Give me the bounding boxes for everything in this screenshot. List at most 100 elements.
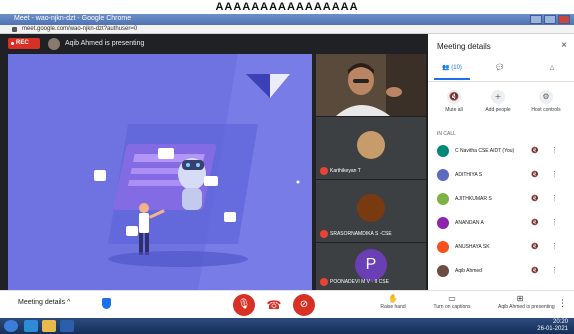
more-vert-icon[interactable]: ⋮ [551, 218, 558, 226]
participant-name: Karthikeyan T [330, 168, 361, 174]
address-bar[interactable]: meet.google.com/wao-njkn-dzt?authuser=0 [0, 25, 574, 34]
add-people-label: Add people [485, 107, 511, 113]
close-window-button[interactable] [558, 15, 570, 24]
mic-off-icon [320, 278, 328, 286]
participant-avatar [437, 193, 449, 205]
more-vert-icon[interactable]: ⋮ [551, 266, 558, 274]
close-icon[interactable]: × [561, 40, 567, 51]
chat-icon: 💬 [496, 65, 504, 71]
minimize-button[interactable] [530, 15, 542, 24]
participant-name: Aqib Ahmed [455, 268, 482, 274]
host-controls-button[interactable]: ⚙ Host controls [528, 90, 564, 113]
captions-button[interactable]: ▭ Turn on captions [432, 294, 472, 310]
more-vert-icon[interactable]: ⋮ [551, 146, 558, 154]
participant-avatar [437, 217, 449, 229]
more-vert-icon[interactable]: ⋮ [551, 242, 558, 250]
participant-row[interactable]: ANANDAN A 🔇 ⋮ [428, 214, 574, 232]
camera-toggle-button[interactable]: ⊘ [293, 294, 315, 316]
present-button[interactable]: ⊞ Aqib Ahmed is presenting [498, 294, 555, 310]
participant-initial-avatar: P [355, 249, 387, 281]
participant-avatar [357, 131, 385, 159]
presenter-avatar [48, 38, 60, 50]
microphone-toggle-button[interactable]: 🎙 [233, 294, 255, 316]
tab-chat[interactable]: 💬 [490, 64, 510, 80]
camera-off-icon: ⊘ [299, 299, 309, 310]
presentation-illustration [8, 54, 312, 290]
tab-people[interactable]: 👥 (10) [434, 64, 470, 80]
people-icon: 👥 [442, 65, 450, 71]
url-text[interactable]: meet.google.com/wao-njkn-dzt?authuser=0 [22, 26, 137, 32]
captions-label: Turn on captions [433, 304, 471, 310]
recording-badge: REC [8, 38, 40, 49]
participant-name: ADITHIYA S [455, 172, 483, 178]
more-vert-icon[interactable]: ⋮ [551, 194, 558, 202]
participant-row[interactable]: AJITHKUMAR S 🔇 ⋮ [428, 190, 574, 208]
mic-off-icon[interactable]: 🔇 [531, 243, 538, 250]
participant-avatar [437, 241, 449, 253]
more-vert-icon[interactable]: ⋮ [551, 170, 558, 178]
record-dot-icon [11, 42, 14, 45]
screen: AAAAAAAAAAAAAAAA Meet - wao-njkn-dzt - G… [0, 0, 574, 334]
present-label: Aqib Ahmed is presenting [498, 304, 555, 310]
participant-avatar [437, 265, 449, 277]
speaker-video [316, 54, 426, 116]
panel-tabs: 👥 (10) 💬 △ [428, 60, 574, 82]
maximize-button[interactable] [544, 15, 556, 24]
add-people-icon: + [491, 90, 505, 104]
participant-row[interactable]: ANUSHAYA SK 🔇 ⋮ [428, 238, 574, 256]
mic-off-icon[interactable]: 🔇 [531, 219, 538, 226]
window-title: Meet - wao-njkn-dzt - Google Chrome [14, 15, 132, 22]
start-menu-icon[interactable] [4, 320, 18, 332]
browser-titlebar: Meet - wao-njkn-dzt - Google Chrome [0, 14, 574, 25]
recording-label: REC [16, 40, 29, 46]
participant-name: AJITHKUMAR S [455, 196, 492, 202]
word-app-icon[interactable] [60, 320, 74, 332]
mic-off-icon [320, 167, 328, 175]
participant-tile[interactable]: Karthikeyan T [316, 117, 426, 179]
participant-avatar [437, 145, 449, 157]
captions-icon: ▭ [448, 294, 456, 303]
mic-off-icon[interactable]: 🔇 [531, 147, 538, 154]
participant-row[interactable]: Aqib Ahmed 🔇 ⋮ [428, 262, 574, 280]
participant-row[interactable]: C Navitha CSE AIDT (You) 🔇 ⋮ [428, 142, 574, 160]
activities-icon: △ [549, 65, 555, 71]
window-controls [530, 15, 570, 24]
raise-hand-button[interactable]: ✋ Raise hand [376, 294, 410, 310]
meeting-details-panel: Meeting details × 👥 (10) 💬 △ 🔇 Mute all … [428, 34, 574, 290]
participant-name: ANANDAN A [455, 220, 484, 226]
participant-tile-speaker[interactable] [316, 54, 426, 116]
participant-name: SRASORNAMDIKA S -CSE [330, 231, 392, 237]
host-controls-icon: ⚙ [539, 90, 553, 104]
mic-off-icon[interactable]: 🔇 [531, 195, 538, 202]
banner-text: AAAAAAAAAAAAAAAA [215, 1, 359, 13]
panel-title: Meeting details [437, 42, 491, 51]
top-banner: AAAAAAAAAAAAAAAA [0, 0, 574, 14]
add-people-button[interactable]: + Add people [480, 90, 516, 113]
mute-all-button[interactable]: 🔇 Mute all [436, 90, 472, 113]
leave-call-button[interactable]: ☎ [263, 294, 285, 316]
os-taskbar: 20:20 26-01-2021 [0, 318, 574, 334]
meeting-details-button[interactable]: Meeting details ^ [18, 299, 70, 306]
system-clock: 20:20 26-01-2021 [537, 319, 568, 333]
people-count: (10) [451, 65, 462, 71]
more-options-icon[interactable]: ⋮ [558, 299, 567, 309]
internet-explorer-icon[interactable] [24, 320, 38, 332]
participant-tile[interactable]: P POONADEVI M V - II CSE [316, 243, 426, 290]
presentation-screen[interactable] [8, 54, 312, 290]
tab-activities[interactable]: △ [542, 64, 562, 80]
participant-avatar [437, 169, 449, 181]
mic-off-icon[interactable]: 🔇 [531, 171, 538, 178]
participant-tile[interactable]: SRASORNAMDIKA S -CSE [316, 180, 426, 242]
clock-date: 26-01-2021 [537, 326, 568, 332]
mic-off-icon[interactable]: 🔇 [531, 267, 538, 274]
participant-row[interactable]: ADITHIYA S 🔇 ⋮ [428, 166, 574, 184]
clock-time: 20:20 [552, 319, 568, 325]
participant-avatar [357, 194, 385, 222]
hand-icon: ✋ [388, 294, 398, 303]
presenting-text: Aqib Ahmed is presenting [65, 40, 145, 47]
file-explorer-icon[interactable] [42, 320, 56, 332]
present-icon: ⊞ [516, 294, 524, 303]
mic-off-icon [320, 230, 328, 238]
shield-icon[interactable] [102, 298, 111, 309]
hang-up-icon: ☎ [266, 298, 282, 312]
